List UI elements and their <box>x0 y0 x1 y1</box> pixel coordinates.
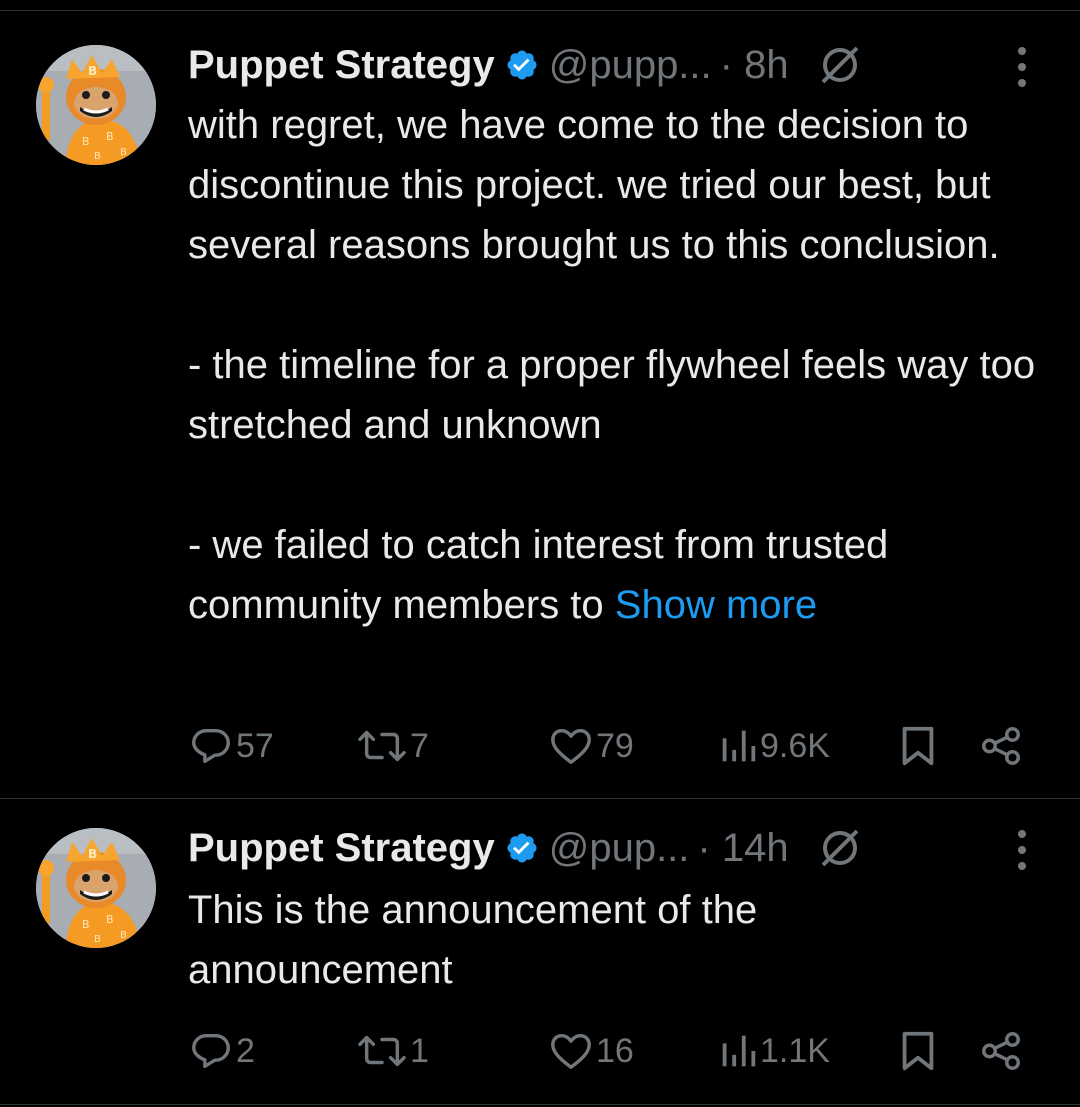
tweet-actions: 2 1 16 1.1K <box>188 1026 1036 1076</box>
tweet-time[interactable]: · 14h <box>697 824 788 872</box>
svg-text:B: B <box>106 913 114 926</box>
share-button[interactable] <box>978 723 1024 769</box>
bookmark-icon <box>902 726 934 766</box>
views-icon <box>722 1035 756 1067</box>
svg-text:B: B <box>94 934 101 945</box>
author-handle[interactable]: @pupp... <box>549 41 712 89</box>
more-options-icon[interactable] <box>1004 43 1040 91</box>
svg-text:B: B <box>88 64 97 78</box>
heart-icon <box>551 1033 591 1070</box>
tweet-divider <box>0 798 1080 799</box>
svg-text:B: B <box>88 847 97 861</box>
svg-text:B: B <box>120 147 127 158</box>
share-icon <box>982 1032 1020 1070</box>
views-icon <box>722 730 756 762</box>
tweet-text: with regret, we have come to the decisio… <box>188 95 1058 635</box>
bookmark-button[interactable] <box>898 723 938 769</box>
avatar[interactable]: B B B B B <box>36 45 156 165</box>
svg-text:B: B <box>82 918 90 931</box>
repost-button[interactable]: 7 <box>356 723 429 769</box>
more-options-icon[interactable] <box>1004 826 1040 874</box>
views-count: 9.6K <box>760 726 830 765</box>
tweet-paragraph: - we failed to catch interest from trust… <box>188 515 1058 635</box>
avatar[interactable]: B B B B B <box>36 828 156 948</box>
tweet[interactable]: B B B B B Puppet Strategy @pupp... · 8h <box>0 11 1080 799</box>
grok-icon[interactable] <box>817 42 863 88</box>
repost-icon <box>358 1035 406 1067</box>
author-handle[interactable]: @pup... <box>549 824 690 872</box>
tweet-actions: 57 7 79 9.6K <box>188 721 1036 771</box>
show-more-link[interactable]: Show more <box>615 583 817 627</box>
reply-button[interactable]: 57 <box>188 723 274 769</box>
like-count: 16 <box>596 1031 634 1070</box>
avatar-monkey-icon: B B B B B <box>36 45 156 165</box>
repost-icon <box>358 730 406 762</box>
tweet-divider <box>0 1104 1080 1105</box>
like-button[interactable]: 16 <box>548 1028 634 1074</box>
repost-count: 7 <box>410 726 429 765</box>
tweet-header: Puppet Strategy @pup... · 14h <box>188 824 1040 872</box>
views-button[interactable]: 9.6K <box>718 723 830 769</box>
reply-icon <box>192 1033 230 1069</box>
author-display-name[interactable]: Puppet Strategy <box>188 824 495 872</box>
bookmark-icon <box>902 1031 934 1071</box>
tweet-paragraph: This is the announcement of the announce… <box>188 888 758 992</box>
reply-count: 57 <box>236 726 274 765</box>
repost-count: 1 <box>410 1031 429 1070</box>
like-button[interactable]: 79 <box>548 723 634 769</box>
reply-icon <box>192 728 230 764</box>
svg-text:B: B <box>120 930 127 941</box>
tweet-header: Puppet Strategy @pupp... · 8h <box>188 41 1040 89</box>
bookmark-button[interactable] <box>898 1028 938 1074</box>
reply-button[interactable]: 2 <box>188 1028 255 1074</box>
svg-text:B: B <box>82 135 90 148</box>
tweet[interactable]: B B B B B Puppet Strategy @pup... · 14h <box>0 800 1080 1100</box>
grok-icon[interactable] <box>817 825 863 871</box>
reply-count: 2 <box>236 1031 255 1070</box>
author-display-name[interactable]: Puppet Strategy <box>188 41 495 89</box>
verified-badge-icon <box>505 831 539 865</box>
svg-text:B: B <box>94 151 101 162</box>
avatar-monkey-icon: B B B B B <box>36 828 156 948</box>
share-button[interactable] <box>978 1028 1024 1074</box>
svg-text:B: B <box>106 130 114 143</box>
tweet-paragraph: - the timeline for a proper flywheel fee… <box>188 343 1036 447</box>
views-button[interactable]: 1.1K <box>718 1028 830 1074</box>
share-icon <box>982 727 1020 765</box>
tweet-paragraph: with regret, we have come to the decisio… <box>188 103 1000 267</box>
tweet-text: This is the announcement of the announce… <box>188 880 1058 1000</box>
tweet-time[interactable]: · 8h <box>720 41 789 89</box>
verified-badge-icon <box>505 48 539 82</box>
repost-button[interactable]: 1 <box>356 1028 429 1074</box>
like-count: 79 <box>596 726 634 765</box>
heart-icon <box>551 728 591 765</box>
views-count: 1.1K <box>760 1031 830 1070</box>
